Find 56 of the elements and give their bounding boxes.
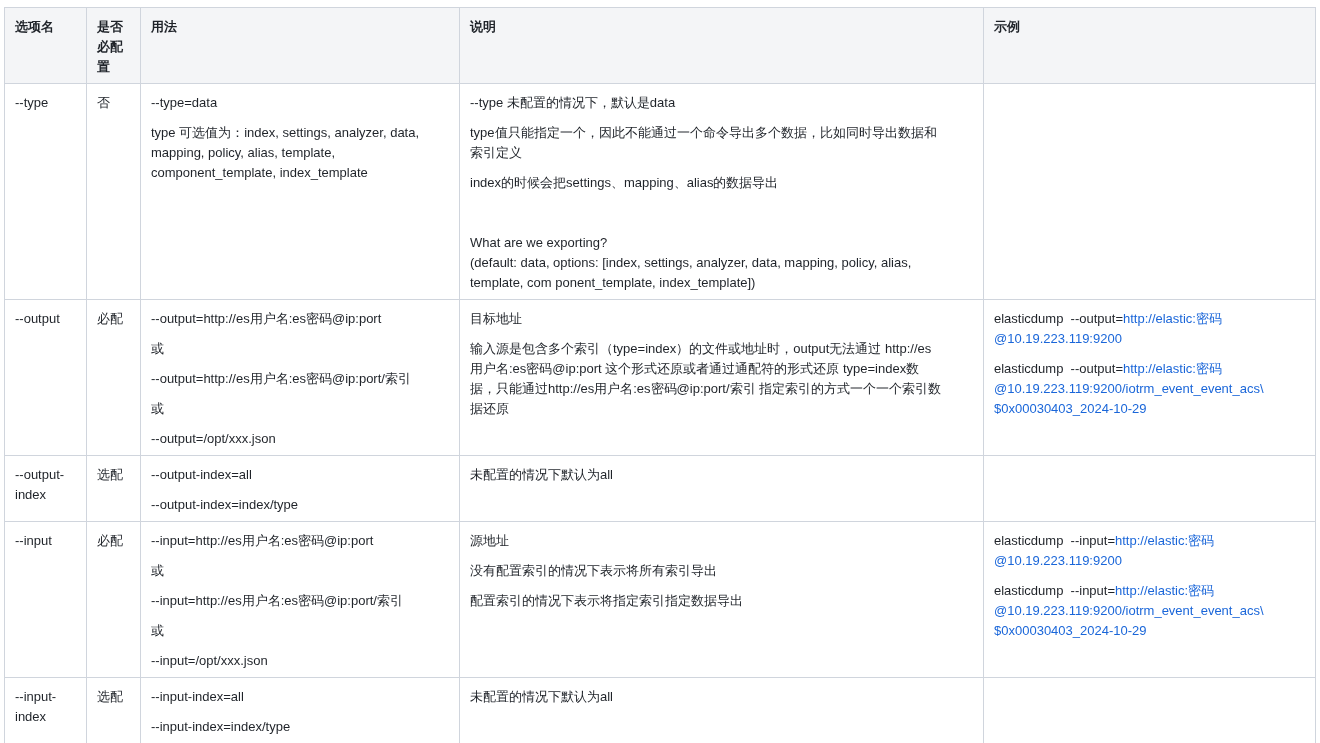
usage-text: --type=data: [151, 94, 219, 112]
url-link[interactable]: @10.19.223.119:9200: [994, 331, 1122, 346]
required-value: 必配: [97, 311, 123, 326]
description-text: 配置索引的情况下表示将指定索引指定数据导出: [470, 592, 744, 610]
description-text: 输入源是包含多个索引（type=index）的文件或地址时，output无法通过 http://es用户名:es密码@ip:port 这个形式还原或者通过通配符的形式还原 type=index数据，只能通过http://es用户名:es密码@ip:port/索引 指定索引的方式一个一个索引数据还原: [470, 340, 943, 418]
url-link[interactable]: http://elastic:密码: [1123, 361, 1222, 376]
command-text: elasticdump --input=: [994, 533, 1116, 548]
url-link[interactable]: @10.19.223.119:9200/iotrm_event_event_acs\: [994, 381, 1264, 396]
option-name: --input: [15, 533, 52, 548]
required-value: 选配: [97, 467, 123, 482]
usage-text: --output=http://es用户名:es密码@ip:port/索引: [151, 370, 412, 388]
usage-text: --output=/opt/xxx.json: [151, 430, 277, 448]
option-name: --type: [15, 95, 49, 110]
url-link[interactable]: @10.19.223.119:9200: [994, 553, 1122, 568]
command-text: elasticdump --output=: [994, 361, 1123, 376]
required-value: 必配: [97, 533, 123, 548]
usage-text: --output=http://es用户名:es密码@ip:port: [151, 310, 383, 328]
description-text: 未配置的情况下默认为all: [470, 466, 614, 484]
column-header: 用法: [140, 7, 460, 84]
column-header: 是否必配置: [86, 7, 141, 84]
option-name: --output: [15, 311, 60, 326]
option-name: --input-index: [15, 689, 57, 724]
description-text: index的时候会把settings、mapping、alias的数据导出: [470, 174, 780, 192]
description-text: 没有配置索引的情况下表示将所有索引导出: [470, 562, 718, 580]
url-link[interactable]: @10.19.223.119:9200/iotrm_event_event_acs\: [994, 603, 1264, 618]
usage-text: --input=/opt/xxx.json: [151, 652, 269, 670]
description-text: What are we exporting? (default: data, options: [index, settings, analyzer, data, mapping, policy, alias, template, com ponent_template, index_template]): [470, 234, 913, 292]
usage-text: 或: [151, 622, 165, 640]
required-value: 否: [97, 95, 110, 110]
required-value: 选配: [97, 689, 123, 704]
usage-text: --output-index=index/type: [151, 496, 300, 514]
usage-text: --input=http://es用户名:es密码@ip:port: [151, 532, 375, 550]
column-header: 说明: [459, 7, 984, 84]
option-name: --output-index: [15, 467, 65, 502]
description-text: 未配置的情况下默认为all: [470, 688, 614, 706]
url-link[interactable]: $0x00030403_2024-10-29: [994, 623, 1147, 638]
usage-text: 或: [151, 562, 165, 580]
usage-text: --input-index=index/type: [151, 718, 292, 736]
usage-text: --output-index=all: [151, 466, 253, 484]
usage-text: --input=http://es用户名:es密码@ip:port/索引: [151, 592, 404, 610]
usage-text: type 可选值为：index, settings, analyzer, data, mapping, policy, alias, template, component_template, index_template: [151, 124, 421, 182]
column-header: 选项名: [4, 7, 87, 84]
column-header: 示例: [983, 7, 1316, 84]
command-text: elasticdump --input=: [994, 583, 1116, 598]
url-link[interactable]: http://elastic:密码: [1115, 533, 1214, 548]
usage-text: 或: [151, 400, 165, 418]
command-text: elasticdump --output=: [994, 311, 1123, 326]
description-text: type值只能指定一个，因此不能通过一个命令导出多个数据，比如同时导出数据和索引定义: [470, 124, 938, 162]
usage-text: 或: [151, 340, 165, 358]
description-text: 目标地址: [470, 310, 523, 328]
usage-text: --input-index=all: [151, 688, 245, 706]
description-text: 源地址: [470, 532, 510, 550]
url-link[interactable]: http://elastic:密码: [1123, 311, 1222, 326]
description-text: --type 未配置的情况下，默认是data: [470, 94, 677, 112]
url-link[interactable]: $0x00030403_2024-10-29: [994, 401, 1147, 416]
url-link[interactable]: http://elastic:密码: [1115, 583, 1214, 598]
